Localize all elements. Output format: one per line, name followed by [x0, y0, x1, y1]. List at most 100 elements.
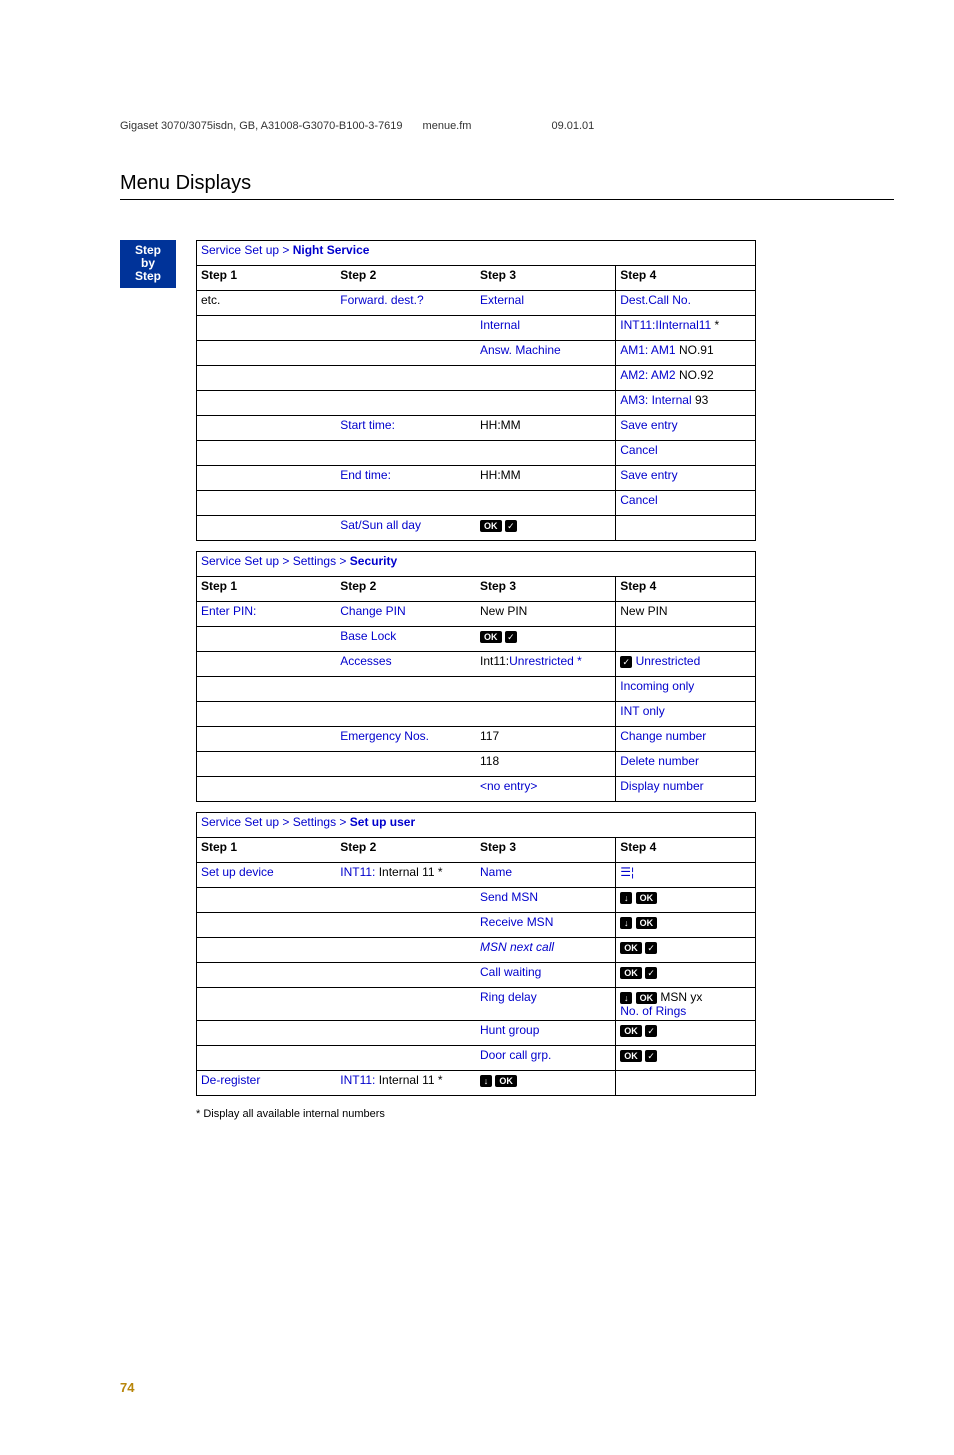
cell	[197, 888, 337, 913]
cell-text: Unrestricted	[632, 654, 700, 668]
cell: AM3: Internal 93	[616, 391, 756, 416]
cell	[197, 938, 337, 963]
cell: Door call grp.	[476, 1046, 616, 1071]
cell: OK ✓	[616, 1021, 756, 1046]
cell: ✓ Unrestricted	[616, 652, 756, 677]
cell: Answ. Machine	[476, 341, 616, 366]
cell	[616, 516, 756, 541]
tables: Service Set up > Night Service Step 1 St…	[196, 240, 894, 1120]
cell	[336, 677, 476, 702]
cell-text: No. of Rings	[620, 1004, 686, 1018]
page: Gigaset 3070/3075isdn, GB, A31008-G3070-…	[0, 0, 954, 1455]
cell: Send MSN	[476, 888, 616, 913]
table-title-path: Service Set up >	[201, 243, 293, 257]
cell	[197, 913, 337, 938]
table-night-service: Service Set up > Night Service Step 1 St…	[196, 240, 756, 541]
arrow-down-icon: ↓	[480, 1075, 492, 1087]
check-icon: ✓	[645, 1025, 657, 1037]
cell	[616, 1071, 756, 1096]
cell-text: INT11:	[340, 1073, 378, 1087]
cell: Change PIN	[336, 602, 476, 627]
cell	[476, 366, 616, 391]
cell	[336, 777, 476, 802]
ok-icon: OK	[636, 917, 658, 929]
col-head: Step 2	[336, 266, 476, 291]
cell-text: Unrestricted *	[509, 654, 582, 668]
cell: Dest.Call No.	[616, 291, 756, 316]
header: Gigaset 3070/3075isdn, GB, A31008-G3070-…	[120, 120, 894, 132]
table-title-last: Night Service	[293, 243, 370, 257]
footnote: * Display all available internal numbers	[196, 1108, 894, 1120]
table-setup-user: Service Set up > Settings > Set up user …	[196, 812, 756, 1096]
cell: OK ✓	[476, 516, 616, 541]
cell	[476, 441, 616, 466]
arrow-down-icon: ↓	[620, 992, 632, 1004]
cell: OK ✓	[616, 938, 756, 963]
table-security: Service Set up > Settings > Security Ste…	[196, 551, 756, 802]
cell: <no entry>	[476, 777, 616, 802]
cell	[336, 391, 476, 416]
cell: INT only	[616, 702, 756, 727]
cell: 118	[476, 752, 616, 777]
cell: Accesses	[336, 652, 476, 677]
cell	[336, 888, 476, 913]
cell	[197, 441, 337, 466]
cell	[476, 491, 616, 516]
cell	[476, 677, 616, 702]
cell	[336, 938, 476, 963]
cell	[197, 727, 337, 752]
cell: OK ✓	[616, 1046, 756, 1071]
ok-icon: OK	[495, 1075, 517, 1087]
badge-line: Step	[126, 270, 170, 283]
ok-icon: OK	[620, 967, 642, 979]
ok-icon: OK	[620, 942, 642, 954]
cell: OK ✓	[616, 963, 756, 988]
section-title: Menu Displays	[120, 172, 894, 200]
col-head: Step 4	[616, 266, 756, 291]
cell	[197, 988, 337, 1021]
cell	[197, 627, 337, 652]
cell	[197, 702, 337, 727]
cell: Save entry	[616, 416, 756, 441]
col-head: Step 1	[197, 577, 337, 602]
table-title-path: Service Set up > Settings >	[201, 815, 350, 829]
cell	[336, 441, 476, 466]
cell: 117	[476, 727, 616, 752]
cell-text: *	[715, 318, 720, 332]
step-badge: Step by Step	[120, 240, 176, 288]
cell	[197, 963, 337, 988]
cell: INT11: Internal 11 *	[336, 1071, 476, 1096]
cell: etc.	[197, 291, 337, 316]
cell: De-register	[197, 1071, 337, 1096]
cell-text: NO.92	[679, 368, 714, 382]
cell-text: AM2: AM2	[620, 368, 679, 382]
body: Step by Step Service Set up > Night Serv…	[120, 240, 894, 1120]
cell: HH:MM	[476, 466, 616, 491]
cell-text: AM1: AM1	[620, 343, 679, 357]
col-head: Step 1	[197, 838, 337, 863]
cell-text: AM3: Internal	[620, 393, 695, 407]
cell-text: 93	[695, 393, 708, 407]
cell: Save entry	[616, 466, 756, 491]
arrow-down-icon: ↓	[620, 892, 632, 904]
cell-text: MSN yx	[657, 990, 702, 1004]
col-head: Step 3	[476, 266, 616, 291]
check-icon: ✓	[505, 631, 517, 643]
table-title-last: Security	[350, 554, 397, 568]
cell	[197, 652, 337, 677]
cell-text: Internal 11 *	[379, 1073, 443, 1087]
ok-icon: OK	[480, 520, 502, 532]
col-head: Step 4	[616, 577, 756, 602]
cell: INT11: Internal 11 *	[336, 863, 476, 888]
cell	[336, 1021, 476, 1046]
cell	[197, 752, 337, 777]
cell: HH:MM	[476, 416, 616, 441]
cell: ↓ OK	[616, 913, 756, 938]
cell: End time:	[336, 466, 476, 491]
col-head: Step 3	[476, 838, 616, 863]
header-file: menue.fm	[423, 120, 472, 132]
cell	[197, 491, 337, 516]
cell	[197, 341, 337, 366]
arrow-down-icon: ↓	[620, 917, 632, 929]
cell: Incoming only	[616, 677, 756, 702]
